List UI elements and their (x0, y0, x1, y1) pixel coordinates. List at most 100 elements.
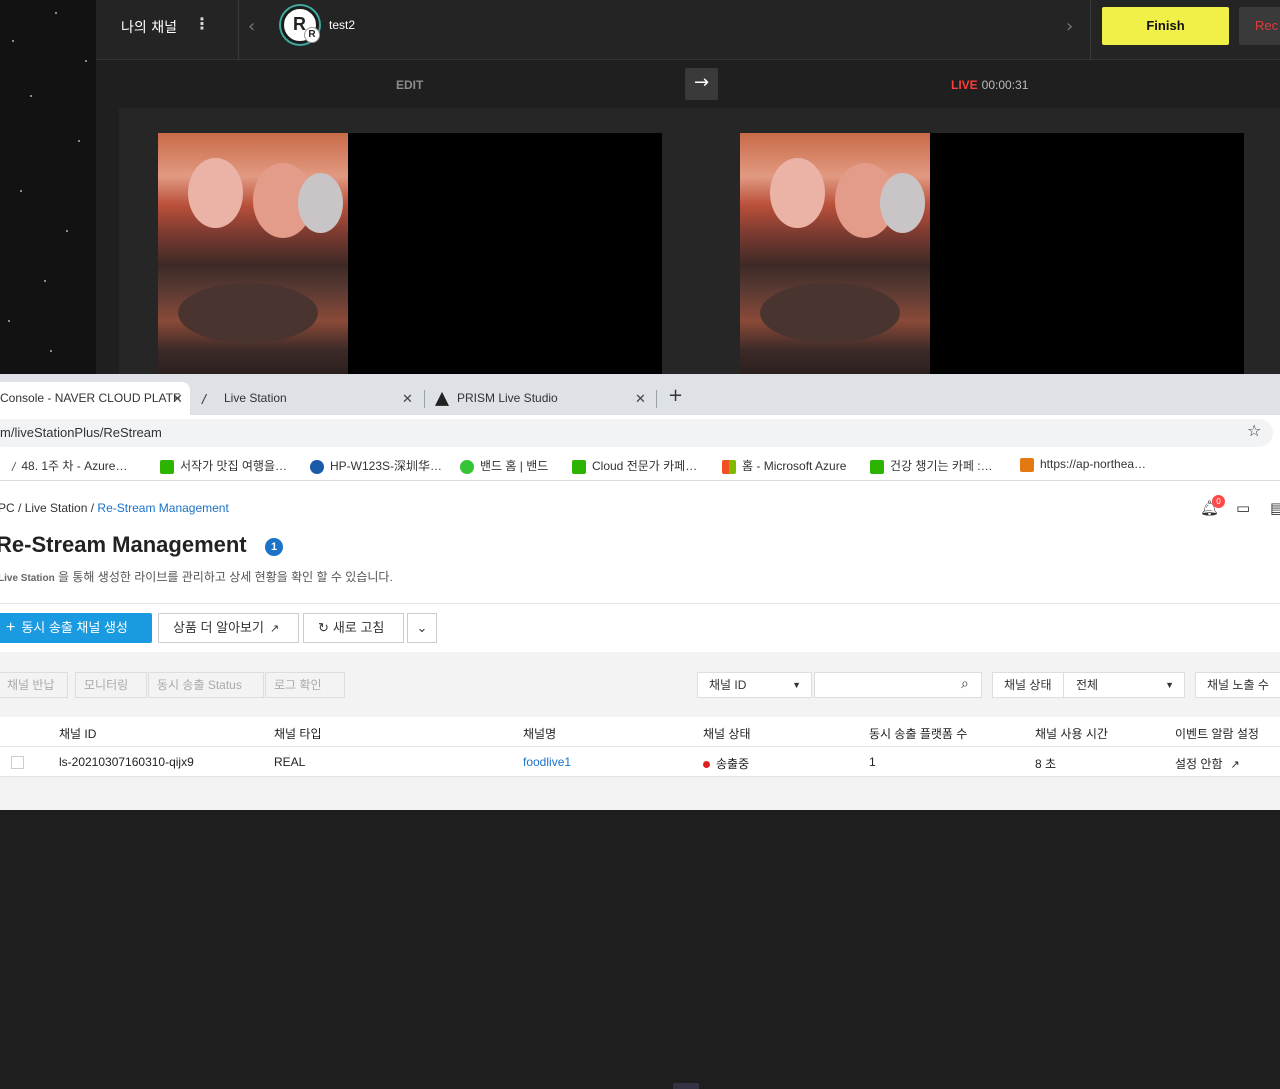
finish-button[interactable]: Finish (1102, 7, 1229, 45)
caret-down-icon: ▼ (792, 680, 801, 690)
breadcrumb-item[interactable]: PC (0, 501, 15, 515)
divider (0, 603, 1280, 604)
tab-prism[interactable]: PRISM Live Studio ✕ (425, 382, 655, 415)
bookmark-item[interactable]: HP-W123S-深圳华… (310, 457, 442, 474)
return-channel-button[interactable]: 채널 반납 (0, 672, 68, 698)
breadcrumb-item[interactable]: Live Station (25, 501, 88, 515)
bookmark-label: 건강 챙기는 카페 :… (890, 459, 993, 473)
bookmark-item[interactable]: 건강 챙기는 카페 :… (870, 457, 993, 474)
monitoring-button[interactable]: 모니터링 (75, 672, 147, 698)
my-channel-title: 나의 채널 (121, 20, 177, 36)
column-header[interactable]: 채널 사용 시간 (1035, 725, 1108, 742)
channel-status-cell: 송출중 (703, 755, 749, 772)
bookmark-label: 홈 - Microsoft Azure (742, 459, 847, 473)
column-header[interactable]: 채널 상태 (703, 725, 751, 742)
table-row[interactable]: ls-20210307160310-qijx9 REAL foodlive1 송… (0, 747, 1280, 777)
bookmark-item[interactable]: Cloud 전문가 카페… (572, 457, 697, 474)
learn-more-button[interactable]: 상품 더 알아보기 ↗ (158, 613, 299, 643)
channel-id-cell: ls-20210307160310-qijx9 (59, 755, 194, 769)
bookmark-label: 서작가 맛집 여행을… (180, 459, 287, 473)
column-header[interactable]: 채널명 (523, 725, 556, 742)
address-bar: m/liveStationPlus/ReStream ☆ (0, 415, 1280, 451)
search-icon[interactable]: ⌕ (961, 676, 969, 692)
close-icon[interactable]: ✕ (635, 382, 646, 415)
restream-status-button[interactable]: 동시 송출 Status (148, 672, 264, 698)
edit-preview-screen[interactable] (158, 133, 662, 374)
scroll-top-button[interactable] (673, 1083, 699, 1089)
bookmark-item[interactable]: / 48. 1주 차 - Azure… (12, 457, 127, 474)
table-header: 채널 ID 채널 타입 채널명 채널 상태 동시 송출 플랫폼 수 채널 사용 … (0, 717, 1280, 747)
more-options-icon[interactable]: ⋮ (194, 14, 210, 33)
chevron-down-icon[interactable]: ⌄ (407, 613, 437, 643)
row-checkbox[interactable] (11, 756, 24, 769)
create-channel-button[interactable]: + 동시 송출 채널 생성 (0, 613, 152, 643)
status-text: 송출중 (716, 757, 750, 771)
breadcrumb-item[interactable]: Re-Stream Management (97, 501, 228, 515)
calendar-icon[interactable]: ▤ (1270, 499, 1280, 517)
tab-bar: Console - NAVER CLOUD PLATF ✕ / Live Stat… (0, 374, 1280, 415)
arrow-right-icon[interactable]: → (685, 68, 718, 100)
external-link-icon: ↗ (1230, 759, 1240, 771)
prism-top-bar: 나의 채널 ⋮ ‹ R R test2 › Finish Rec (96, 0, 1280, 60)
hp-icon (310, 459, 324, 474)
column-header[interactable]: 이벤트 알람 설정 (1175, 725, 1259, 742)
button-label: 동시 송출 채널 생성 (21, 620, 128, 635)
status-filter-select[interactable]: 전체 ▼ (1064, 672, 1185, 698)
bookmark-icon: / (12, 459, 16, 474)
select-value: 채널 ID (709, 678, 747, 692)
edit-label: EDIT (396, 78, 424, 92)
chevron-right-icon[interactable]: › (1066, 16, 1073, 37)
bookmark-label: 밴드 홈 | 밴드 (480, 459, 549, 473)
avatar-badge: R (304, 27, 320, 43)
close-icon[interactable]: ✕ (402, 382, 413, 415)
notification-badge: 0 (1212, 495, 1225, 508)
info-badge[interactable]: 1 (265, 538, 283, 556)
search-input[interactable]: ⌕ (814, 672, 982, 698)
search-field-select[interactable]: 채널 ID ▼ (697, 672, 812, 698)
bookmark-item[interactable]: 홈 - Microsoft Azure (722, 457, 846, 474)
chevron-left-icon[interactable]: ‹ (248, 16, 255, 37)
external-link-icon: ↗ (269, 623, 280, 635)
usage-time-cell: 8 초 (1035, 757, 1057, 771)
video-frame-image (740, 133, 930, 374)
button-label: 새로 고침 (332, 620, 385, 635)
close-icon[interactable]: ✕ (172, 382, 183, 415)
tab-console[interactable]: Console - NAVER CLOUD PLATF ✕ (0, 382, 190, 415)
bookmark-item[interactable]: https://ap-northea… (1020, 457, 1146, 472)
channel-name-link[interactable]: foodlive1 (523, 755, 571, 769)
desktop-background (0, 0, 96, 374)
exposure-filter-label: 채널 노출 수 (1195, 672, 1280, 698)
live-label: LIVE (951, 78, 978, 92)
microsoft-icon (722, 459, 736, 474)
desc-bold: Live Station (0, 573, 55, 584)
log-check-button[interactable]: 로그 확인 (265, 672, 345, 698)
refresh-button[interactable]: ↻ 새로 고침 (303, 613, 404, 643)
band-icon (460, 459, 474, 474)
divider (238, 0, 239, 60)
bookmark-label: https://ap-northea… (1040, 457, 1147, 471)
column-header[interactable]: 동시 송출 플랫폼 수 (869, 725, 967, 742)
bookmark-star-icon[interactable]: ☆ (1247, 421, 1261, 440)
bookmark-label: 48. 1주 차 - Azure… (21, 459, 128, 473)
bookmark-item[interactable]: 밴드 홈 | 밴드 (460, 457, 548, 474)
tab-live-station[interactable]: / Live Station ✕ (192, 382, 422, 415)
button-label: 상품 더 알아보기 (173, 620, 264, 635)
live-preview-screen[interactable] (740, 133, 1244, 374)
channel-table: 채널 ID 채널 타입 채널명 채널 상태 동시 송출 플랫폼 수 채널 사용 … (0, 717, 1280, 777)
column-header[interactable]: 채널 타입 (274, 725, 322, 742)
column-header[interactable]: 채널 ID (59, 725, 96, 742)
platform-count-cell: 1 (869, 755, 876, 769)
browser-window: Console - NAVER CLOUD PLATF ✕ / Live Stat… (0, 374, 1280, 1089)
new-tab-button[interactable]: + (668, 385, 683, 406)
alarm-setting-cell[interactable]: 설정 안함 ↗ (1175, 755, 1240, 772)
plus-icon: + (6, 619, 16, 636)
bookmark-item[interactable]: 서작가 맛집 여행을… (160, 457, 287, 474)
chat-icon[interactable]: ▭ (1236, 499, 1250, 517)
divider (1090, 0, 1091, 60)
cafe-icon (572, 459, 586, 474)
channel-avatar[interactable]: R R (281, 6, 320, 44)
prism-icon (435, 391, 449, 406)
rec-button[interactable]: Rec (1239, 7, 1280, 45)
url-field[interactable]: m/liveStationPlus/ReStream (0, 419, 1273, 447)
tab-label: PRISM Live Studio (457, 391, 558, 405)
